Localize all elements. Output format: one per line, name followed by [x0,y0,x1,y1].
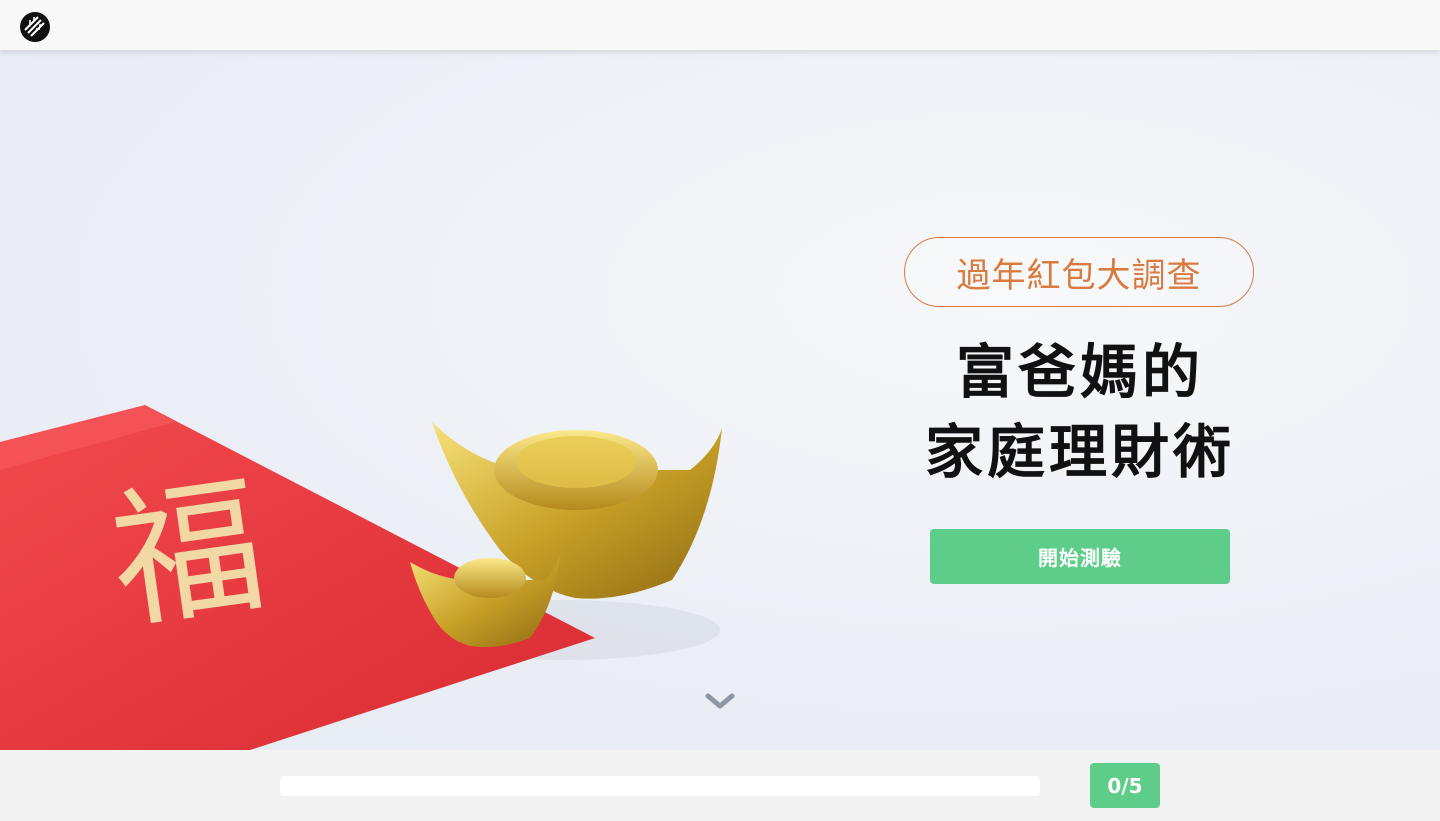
page-title-line-1: 富爸媽的 [955,338,1204,406]
progress-counter: 0/5 [1090,763,1160,808]
envelope-glyph: 福 [102,458,275,651]
brand-logo-icon[interactable] [19,11,51,43]
progress-footer: 0/5 [0,750,1440,821]
survey-badge: 過年紅包大調查 [904,237,1254,307]
page-title-line-2: 家庭理財術 [924,418,1235,486]
progress-bar [280,776,1040,796]
hero-section: 福 過年紅包大調查 富爸媽的 家庭理財術 開始測驗 [0,50,1440,750]
chevron-down-icon[interactable] [704,690,736,712]
start-quiz-button[interactable]: 開始測驗 [930,529,1230,584]
top-navigation-bar [0,0,1440,50]
red-envelope-gold-ingot-illustration: 福 [0,405,722,750]
